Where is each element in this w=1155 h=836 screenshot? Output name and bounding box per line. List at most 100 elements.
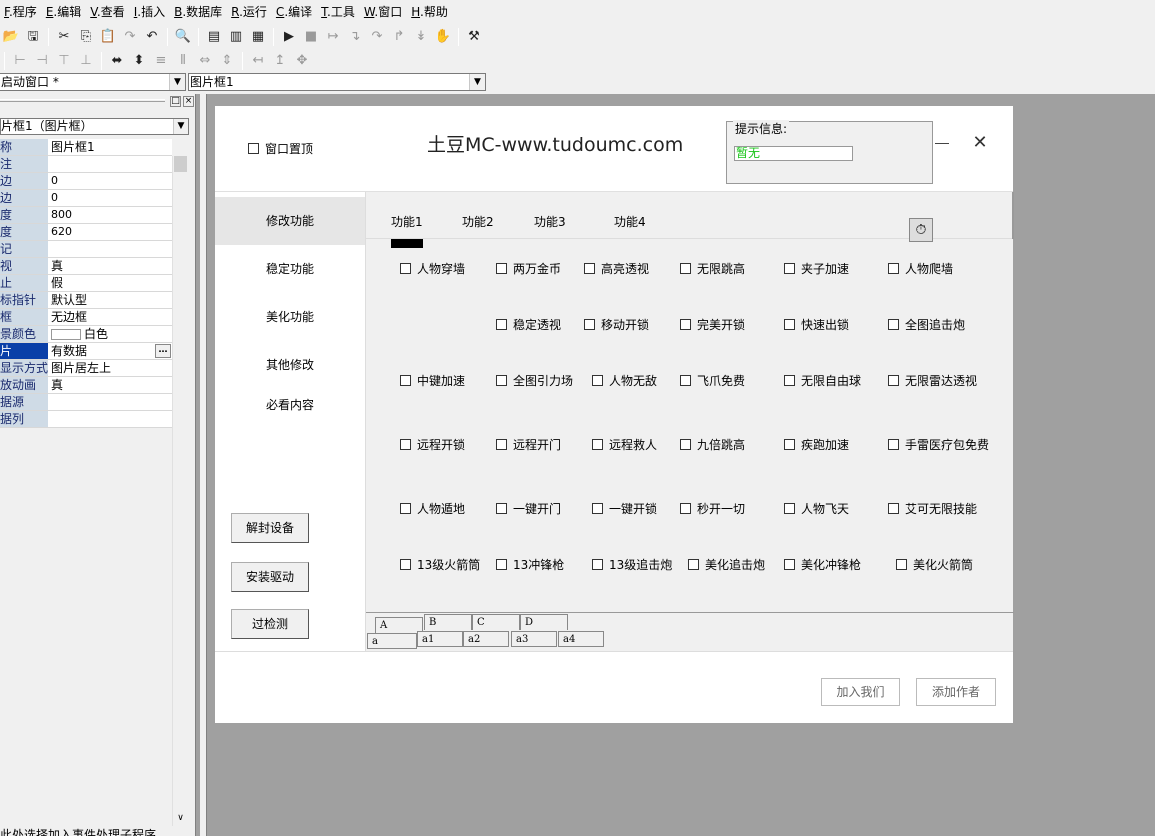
checkbox-box[interactable] bbox=[896, 559, 907, 570]
bottom-tab-lower-2[interactable]: a1 bbox=[417, 631, 463, 647]
menu-item-c[interactable]: C.编译 bbox=[272, 0, 317, 24]
property-row[interactable]: 度 620 bbox=[0, 224, 172, 241]
same-width-icon[interactable]: ⇔ bbox=[195, 51, 215, 71]
save-icon[interactable]: 🖫 bbox=[23, 27, 43, 47]
size-height-icon[interactable]: ↥ bbox=[270, 51, 290, 71]
feature-checkbox[interactable]: 夹子加速 bbox=[784, 260, 849, 277]
checkbox-box[interactable] bbox=[584, 319, 595, 330]
property-row[interactable]: 显示方式 图片居左上 bbox=[0, 360, 172, 377]
align-left-icon[interactable]: ⊢ bbox=[10, 51, 30, 71]
property-value[interactable]: 800 bbox=[48, 207, 172, 223]
checkbox-box[interactable] bbox=[784, 503, 795, 514]
feature-checkbox[interactable]: 一键开门 bbox=[496, 500, 561, 517]
component-select[interactable]: 图片框1 ▼ bbox=[188, 73, 486, 91]
nav-item-5[interactable]: 必看内容 bbox=[215, 381, 365, 429]
checkbox-box[interactable] bbox=[888, 503, 899, 514]
checkbox-box[interactable] bbox=[400, 263, 411, 274]
property-value[interactable] bbox=[48, 241, 172, 257]
checkbox-box[interactable] bbox=[888, 319, 899, 330]
property-row[interactable]: 标指针 默认型 bbox=[0, 292, 172, 309]
feature-checkbox[interactable]: 美化追击炮 bbox=[688, 556, 765, 573]
property-row[interactable]: 据源 bbox=[0, 394, 172, 411]
property-scrollbar[interactable]: ∨ bbox=[172, 156, 187, 826]
property-row[interactable]: 据列 bbox=[0, 411, 172, 428]
size-width-icon[interactable]: ↤ bbox=[248, 51, 268, 71]
feature-checkbox[interactable]: 中键加速 bbox=[400, 372, 465, 389]
feature-checkbox[interactable]: 13级追击炮 bbox=[592, 556, 672, 573]
feature-checkbox[interactable]: 全图引力场 bbox=[496, 372, 573, 389]
checkbox-box[interactable] bbox=[496, 439, 507, 450]
property-row[interactable]: 记 bbox=[0, 241, 172, 258]
nav-item-1[interactable]: 修改功能 bbox=[215, 197, 365, 245]
menu-item-b[interactable]: B.数据库 bbox=[170, 0, 227, 24]
feature-checkbox[interactable]: 人物爬墙 bbox=[888, 260, 953, 277]
menu-item-h[interactable]: H.帮助 bbox=[407, 0, 453, 24]
step-into-icon[interactable]: ↴ bbox=[345, 27, 365, 47]
checkbox-box[interactable] bbox=[680, 375, 691, 386]
feature-checkbox[interactable]: 稳定透视 bbox=[496, 316, 561, 333]
property-value[interactable] bbox=[48, 156, 172, 172]
feature-checkbox[interactable]: 高亮透视 bbox=[584, 260, 649, 277]
undo-icon[interactable]: ↶ bbox=[142, 27, 162, 47]
panel-grip[interactable] bbox=[0, 99, 165, 102]
feature-checkbox[interactable]: 全图追击炮 bbox=[888, 316, 965, 333]
property-value[interactable]: 真 bbox=[48, 258, 172, 274]
feature-checkbox[interactable]: 美化冲锋枪 bbox=[784, 556, 861, 573]
feature-checkbox[interactable]: 人物穿墙 bbox=[400, 260, 465, 277]
property-row[interactable]: 放动画真 bbox=[0, 377, 172, 394]
chevron-down-icon[interactable]: ∨ bbox=[173, 811, 188, 826]
checkbox-box[interactable] bbox=[400, 375, 411, 386]
feature-checkbox[interactable]: 无限跳高 bbox=[680, 260, 745, 277]
feature-checkbox[interactable]: 无限雷达透视 bbox=[888, 372, 977, 389]
property-value[interactable]: 图片居左上 bbox=[48, 360, 172, 376]
pin-top-checkbox[interactable]: 窗口置顶 bbox=[248, 140, 313, 157]
checkbox-box[interactable] bbox=[680, 439, 691, 450]
feature-checkbox[interactable]: 秒开一切 bbox=[680, 500, 745, 517]
property-value[interactable] bbox=[48, 394, 172, 410]
step-icon[interactable]: ↦ bbox=[323, 27, 343, 47]
chevron-down-icon[interactable]: ▼ bbox=[169, 74, 185, 90]
align-bottom-icon[interactable]: ⊥ bbox=[76, 51, 96, 71]
center-vertical-icon[interactable]: ⬍ bbox=[129, 51, 149, 71]
open-folder-icon[interactable]: 📂 bbox=[1, 27, 21, 47]
bottom-tab-lower-3[interactable]: a2 bbox=[463, 631, 509, 647]
close-icon[interactable]: × bbox=[183, 96, 194, 107]
footer-button-2[interactable]: 添加作者 bbox=[916, 678, 996, 706]
copy-icon[interactable]: ⎘ bbox=[76, 27, 96, 47]
property-row[interactable]: 称 图片框1 bbox=[0, 139, 172, 156]
bottom-tab-lower-4[interactable]: a3 bbox=[511, 631, 557, 647]
footer-button-1[interactable]: 加入我们 bbox=[821, 678, 900, 706]
close-icon[interactable]: ✕ bbox=[971, 134, 989, 152]
property-value[interactable]: 0 bbox=[48, 190, 172, 206]
feature-checkbox[interactable]: 人物无敌 bbox=[592, 372, 657, 389]
property-row[interactable]: 注 bbox=[0, 156, 172, 173]
paste-icon[interactable]: 📋 bbox=[98, 27, 118, 47]
checkbox-box[interactable] bbox=[888, 439, 899, 450]
menu-item-i[interactable]: I.插入 bbox=[130, 0, 170, 24]
feature-checkbox[interactable]: 人物遁地 bbox=[400, 500, 465, 517]
checkbox-box[interactable] bbox=[496, 559, 507, 570]
feature-checkbox[interactable]: 人物飞天 bbox=[784, 500, 849, 517]
checkbox-box[interactable] bbox=[400, 559, 411, 570]
feature-checkbox[interactable]: 13级火箭筒 bbox=[400, 556, 480, 573]
scroll-thumb[interactable] bbox=[174, 156, 187, 172]
step-out-icon[interactable]: ↱ bbox=[389, 27, 409, 47]
feature-checkbox[interactable]: 快速出锁 bbox=[784, 316, 849, 333]
property-value[interactable]: 默认型 bbox=[48, 292, 172, 308]
property-value[interactable]: 真 bbox=[48, 377, 172, 393]
align-right-icon[interactable]: ⊣ bbox=[32, 51, 52, 71]
checkbox-box[interactable] bbox=[496, 375, 507, 386]
feature-checkbox[interactable]: 远程救人 bbox=[592, 436, 657, 453]
property-row[interactable]: 框 无边框 bbox=[0, 309, 172, 326]
design-form[interactable]: 窗口置顶 土豆MC-www.tudoumc.com 提示信息: 暂无 ✕ 修改功… bbox=[215, 106, 1014, 723]
run-to-cursor-icon[interactable]: ↡ bbox=[411, 27, 431, 47]
bottom-tab-upper-3[interactable]: C bbox=[472, 614, 520, 630]
checkbox-box[interactable] bbox=[400, 503, 411, 514]
feature-checkbox[interactable]: 完美开锁 bbox=[680, 316, 745, 333]
property-value[interactable]: 无边框 bbox=[48, 309, 172, 325]
property-row[interactable]: 景颜色 白色 bbox=[0, 326, 172, 343]
menu-item-w[interactable]: W.窗口 bbox=[360, 0, 407, 24]
tab-function-2[interactable]: 功能2 bbox=[462, 213, 494, 230]
menu-item-v[interactable]: V.查看 bbox=[86, 0, 130, 24]
side-button-1[interactable]: 解封设备 bbox=[231, 513, 309, 543]
